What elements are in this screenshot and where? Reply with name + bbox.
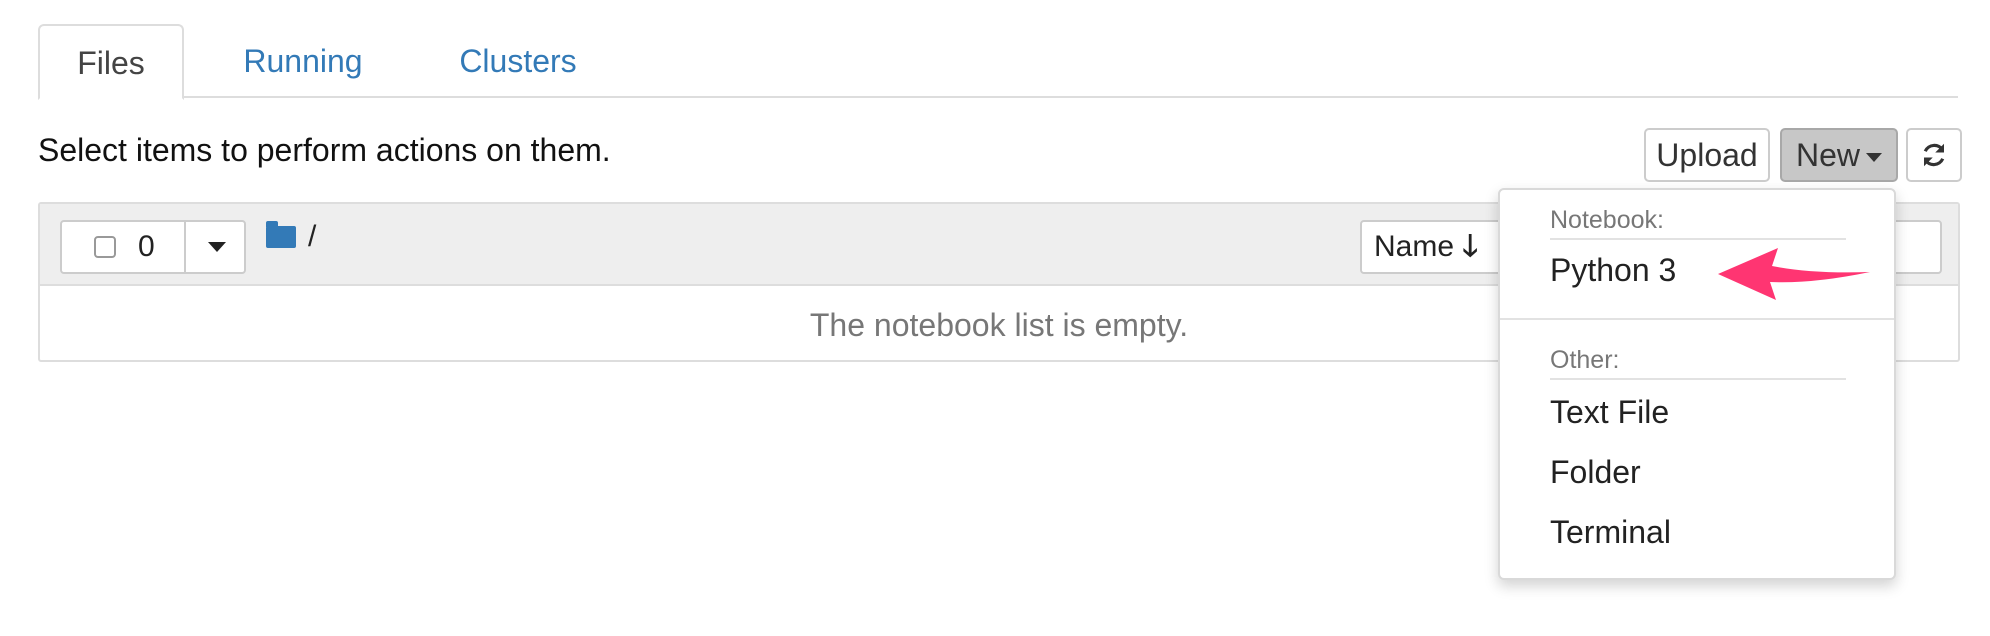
tab-running[interactable]: Running <box>218 24 388 98</box>
menu-item-text-file[interactable]: Text File <box>1550 394 1669 431</box>
tab-bar: Files Running Clusters <box>38 24 1958 100</box>
tab-clusters[interactable]: Clusters <box>428 24 608 98</box>
refresh-button[interactable] <box>1906 128 1962 182</box>
new-button[interactable]: New <box>1780 128 1898 182</box>
select-menu-caret-icon[interactable] <box>208 242 226 252</box>
new-button-label: New <box>1795 137 1860 173</box>
divider <box>1550 378 1846 380</box>
sort-name-label: Name <box>1374 230 1455 263</box>
notebook-section-header: Notebook: <box>1550 206 1664 234</box>
divider <box>1500 318 1894 320</box>
menu-item-python3[interactable]: Python 3 <box>1550 252 1676 289</box>
selection-hint: Select items to perform actions on them. <box>38 132 611 168</box>
refresh-icon <box>1923 143 1945 167</box>
upload-button[interactable]: Upload <box>1644 128 1770 182</box>
select-all-group[interactable]: 0 <box>60 220 246 274</box>
caret-down-icon <box>1866 153 1882 163</box>
tab-files[interactable]: Files <box>38 24 184 100</box>
breadcrumb-root[interactable]: / <box>308 220 316 254</box>
divider <box>184 222 186 272</box>
menu-item-folder[interactable]: Folder <box>1550 454 1641 491</box>
menu-item-terminal[interactable]: Terminal <box>1550 514 1671 551</box>
annotation-arrow-icon <box>1718 248 1870 300</box>
select-all-checkbox[interactable] <box>94 236 116 258</box>
selected-count: 0 <box>138 230 155 263</box>
sort-by-name-button[interactable]: Name 🡓 <box>1360 220 1500 274</box>
folder-icon <box>266 221 296 248</box>
arrow-down-icon: 🡓 <box>1462 230 1478 263</box>
other-section-header: Other: <box>1550 346 1620 374</box>
